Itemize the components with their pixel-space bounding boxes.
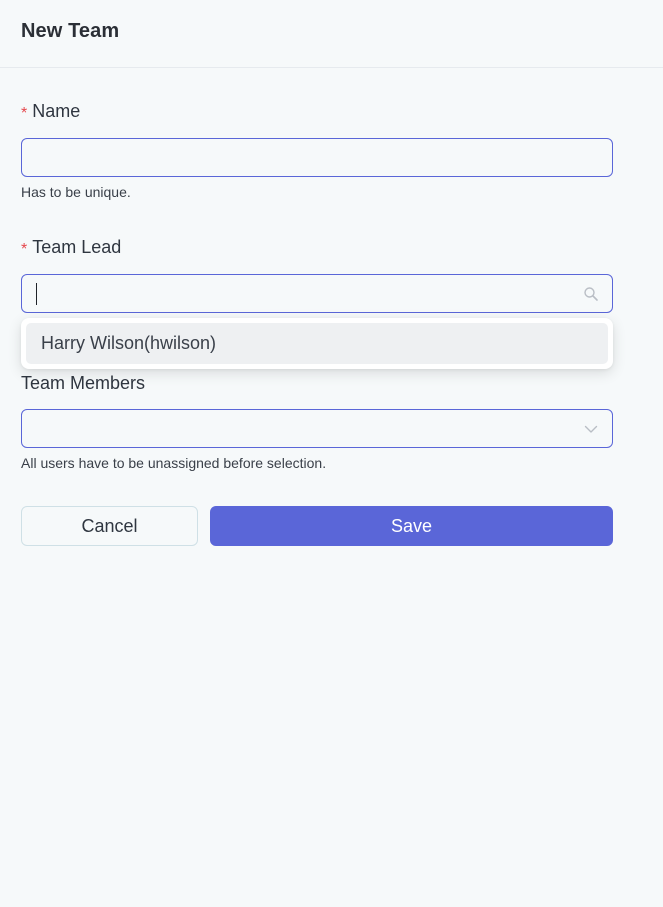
team-lead-label-text: Team Lead bbox=[32, 237, 122, 257]
team-lead-option[interactable]: Harry Wilson(hwilson) bbox=[26, 323, 608, 364]
cancel-button[interactable]: Cancel bbox=[21, 506, 198, 546]
name-help-text: Has to be unique. bbox=[21, 184, 131, 200]
team-lead-dropdown: Harry Wilson(hwilson) bbox=[21, 318, 613, 369]
team-members-select[interactable] bbox=[21, 409, 613, 448]
chevron-down-icon bbox=[584, 425, 598, 433]
search-icon bbox=[584, 287, 598, 301]
team-lead-search-input[interactable] bbox=[22, 275, 612, 312]
name-label: * Name bbox=[21, 101, 80, 122]
team-members-label: Team Members bbox=[21, 373, 146, 393]
team-lead-label: * Team Lead bbox=[21, 237, 121, 258]
team-lead-select[interactable] bbox=[21, 274, 613, 313]
required-asterisk: * bbox=[21, 240, 28, 258]
team-members-help-text: All users have to be unassigned before s… bbox=[21, 455, 327, 471]
page-title: New Team bbox=[21, 20, 120, 42]
text-caret bbox=[36, 283, 37, 305]
name-input[interactable] bbox=[22, 139, 612, 176]
name-field[interactable] bbox=[21, 138, 613, 177]
required-asterisk: * bbox=[21, 104, 28, 122]
save-button[interactable]: Save bbox=[210, 506, 613, 546]
name-label-text: Name bbox=[32, 101, 81, 121]
page-header: New Team bbox=[0, 0, 663, 68]
